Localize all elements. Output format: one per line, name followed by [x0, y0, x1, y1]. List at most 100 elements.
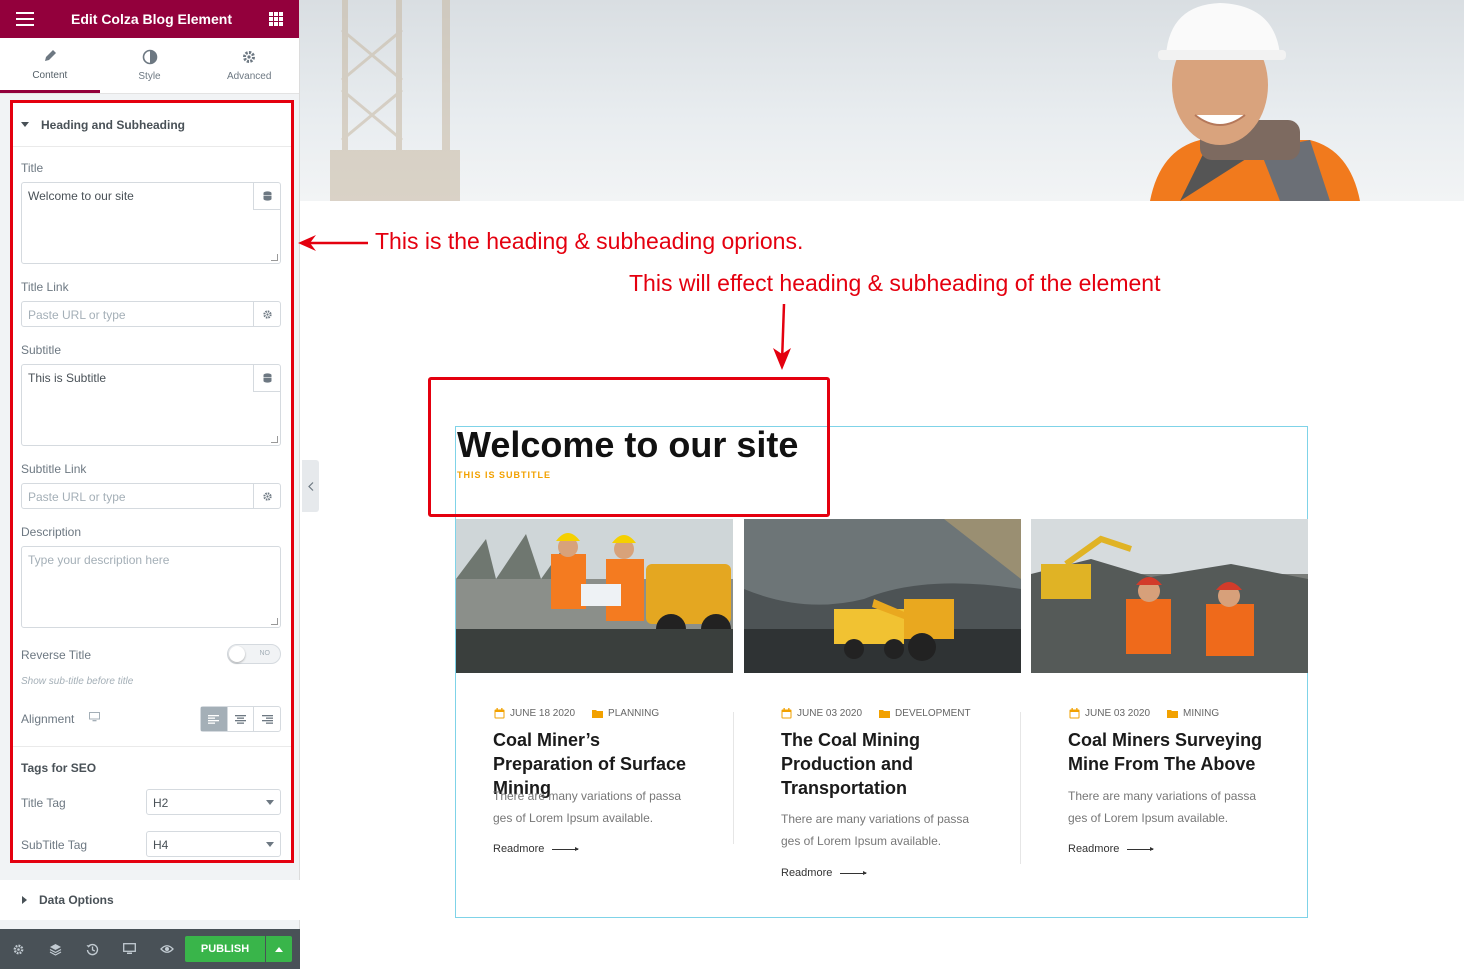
hero-banner-image — [300, 0, 1464, 201]
navigator-button[interactable] — [37, 929, 74, 969]
tab-style-label: Style — [138, 71, 161, 82]
card-category[interactable]: MINING — [1183, 708, 1219, 719]
tab-style[interactable]: Style — [100, 38, 200, 93]
settings-button[interactable] — [0, 929, 37, 969]
switch-knob — [229, 646, 245, 662]
editor-sidebar: Edit Colza Blog Element Content Style Ad… — [0, 0, 300, 969]
annotation-arrow-down — [773, 303, 791, 370]
align-left-button[interactable] — [201, 707, 228, 731]
readmore-link[interactable]: Readmore — [493, 843, 580, 855]
align-center-icon — [235, 714, 246, 724]
database-icon — [263, 373, 271, 383]
card-date: JUNE 03 2020 — [1085, 708, 1151, 719]
subtitle-tag-label: SubTitle Tag — [21, 838, 88, 852]
editor-footer: PUBLISH — [0, 929, 300, 969]
card-description: There are many variations of passa ges o… — [1068, 789, 1257, 825]
layers-icon — [49, 943, 62, 956]
card-date: JUNE 18 2020 — [510, 708, 576, 719]
widget-subtitle: THIS IS SUBTITLE — [457, 470, 552, 480]
arrow-right-icon — [840, 870, 868, 875]
title-value: Welcome to our site — [28, 189, 134, 203]
tab-advanced[interactable]: Advanced — [199, 38, 299, 93]
dynamic-tags-button[interactable] — [253, 365, 280, 392]
caret-right-icon — [22, 896, 27, 904]
publish-button[interactable]: PUBLISH — [185, 936, 265, 962]
folder-icon — [879, 710, 891, 718]
caret-down-icon — [21, 122, 29, 127]
pencil-icon — [44, 49, 56, 61]
annotation-arrow-left — [298, 235, 368, 251]
link-options-button[interactable] — [253, 302, 280, 326]
subtitle-tag-select[interactable]: H4 — [146, 831, 281, 857]
card-category[interactable]: PLANNING — [608, 708, 659, 719]
hamburger-menu-icon[interactable] — [16, 12, 34, 26]
subtitle-link-label: Subtitle Link — [21, 462, 87, 476]
align-right-button[interactable] — [254, 707, 280, 731]
description-textarea[interactable]: Type your description here — [21, 546, 281, 628]
responsive-mode-button[interactable] — [111, 929, 148, 969]
title-link-label: Title Link — [21, 280, 69, 294]
subtitle-link-input[interactable]: Paste URL or type — [21, 483, 281, 509]
card-meta: JUNE 03 2020 MINING — [1069, 708, 1219, 719]
annotation-note-effect: This will effect heading & subheading of… — [629, 270, 1161, 296]
align-center-button[interactable] — [228, 707, 255, 731]
description-label: Description — [21, 525, 82, 539]
publish-options-button[interactable] — [266, 936, 292, 962]
link-options-button[interactable] — [253, 484, 280, 508]
title-link-placeholder: Paste URL or type — [28, 308, 126, 322]
section-heading-label: Heading and Subheading — [41, 117, 186, 132]
resize-grip-icon[interactable] — [271, 436, 278, 443]
calendar-icon — [494, 708, 505, 719]
section-heading-subheading-toggle[interactable]: Heading and Subheading — [13, 103, 291, 147]
readmore-label: Readmore — [1068, 843, 1120, 855]
title-link-input[interactable]: Paste URL or type — [21, 301, 281, 327]
tab-content[interactable]: Content — [0, 38, 100, 93]
preview-button[interactable] — [148, 929, 185, 969]
eye-icon — [159, 945, 174, 953]
title-tag-label: Title Tag — [21, 796, 66, 810]
reverse-title-hint: Show sub-title before title — [21, 676, 134, 687]
subtitle-value: This is Subtitle — [28, 371, 107, 385]
card-date: JUNE 03 2020 — [797, 708, 863, 719]
card-category[interactable]: DEVELOPMENT — [895, 708, 971, 719]
folder-icon — [592, 710, 604, 718]
subtitle-link-placeholder: Paste URL or type — [28, 490, 126, 504]
card-separator — [1020, 712, 1021, 864]
arrow-right-icon — [1127, 846, 1155, 851]
chevron-down-icon — [266, 800, 274, 805]
arrow-right-icon — [552, 846, 580, 851]
resize-grip-icon[interactable] — [271, 618, 278, 625]
readmore-link[interactable]: Readmore — [1068, 843, 1155, 855]
section-data-options-toggle[interactable]: Data Options — [0, 880, 300, 920]
tab-advanced-label: Advanced — [226, 71, 272, 82]
editor-header: Edit Colza Blog Element — [0, 0, 299, 38]
reverse-title-switch[interactable]: NO — [227, 644, 281, 664]
subtitle-label: Subtitle — [21, 343, 62, 357]
chevron-left-icon — [307, 481, 313, 491]
card-title[interactable]: The Coal Mining Production and Transport… — [781, 728, 991, 800]
miners-with-plans-image — [456, 519, 733, 673]
title-tag-select[interactable]: H2 — [146, 789, 281, 815]
description-placeholder: Type your description here — [28, 553, 170, 567]
card-image-mining[interactable] — [1031, 519, 1308, 673]
widgets-grid-icon[interactable] — [268, 12, 283, 26]
card-image-development[interactable] — [744, 519, 1021, 673]
desktop-icon[interactable] — [89, 712, 100, 722]
align-left-icon — [208, 714, 220, 724]
heading-subheading-panel: Heading and Subheading Title Welcome to … — [10, 100, 294, 863]
loader-truck-image — [744, 519, 1021, 673]
gear-icon — [243, 51, 256, 63]
resize-grip-icon[interactable] — [271, 254, 278, 261]
dynamic-tags-button[interactable] — [253, 183, 280, 210]
hero-illustration — [330, 0, 1360, 201]
card-meta: JUNE 03 2020 DEVELOPMENT — [781, 708, 971, 719]
subtitle-textarea[interactable]: This is Subtitle — [21, 364, 281, 446]
card-title[interactable]: Coal Miners Surveying Mine From The Abov… — [1068, 728, 1278, 776]
readmore-link[interactable]: Readmore — [781, 867, 868, 879]
calendar-icon — [1069, 708, 1080, 719]
annotation-note-heading-options: This is the heading & subheading oprions… — [375, 228, 804, 254]
card-image-planning[interactable] — [456, 519, 733, 673]
title-textarea[interactable]: Welcome to our site — [21, 182, 281, 264]
collapse-panel-button[interactable] — [302, 460, 319, 512]
history-button[interactable] — [74, 929, 111, 969]
